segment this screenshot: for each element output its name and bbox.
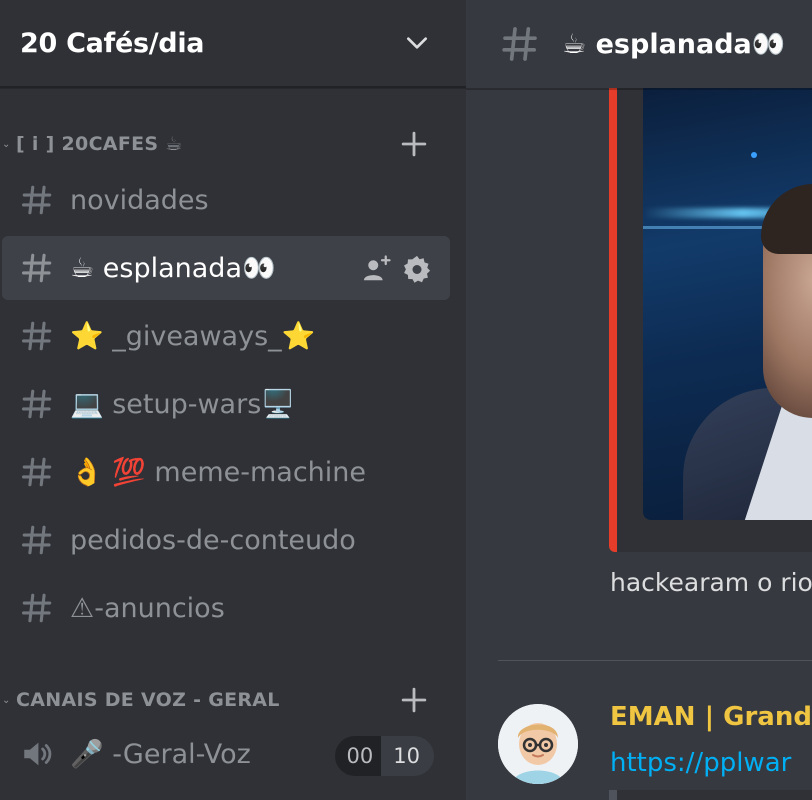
image-light-dot xyxy=(751,152,757,158)
category-label: [ i ] 20CAFES ☕ xyxy=(16,133,183,155)
hash-icon xyxy=(21,457,52,487)
hash-icon xyxy=(502,27,537,61)
user-count-current: 00 xyxy=(334,736,382,776)
channel-title: ☕ esplanada👀 xyxy=(562,29,786,60)
message-link[interactable]: https://pplwar xyxy=(610,748,791,778)
channel-novidades[interactable]: novidades xyxy=(2,168,450,232)
message-content: hackearam o rio xyxy=(610,568,812,597)
channel-label: ☕ esplanada👀 xyxy=(70,253,276,284)
add-channel-icon[interactable] xyxy=(394,124,434,164)
caret-down-icon: ⌄ xyxy=(2,138,11,150)
channel-setup-wars[interactable]: 💻 setup-wars🖥️ xyxy=(2,372,450,436)
message-divider xyxy=(498,660,812,661)
add-channel-icon[interactable] xyxy=(394,680,434,720)
avatar[interactable] xyxy=(498,704,578,784)
avatar-illustration xyxy=(498,704,578,784)
image-figure-hair xyxy=(761,184,812,254)
channel-label: pedidos-de-conteudo xyxy=(70,524,356,556)
hash-icon xyxy=(21,253,52,283)
channel-label: novidades xyxy=(70,184,209,216)
server-header[interactable]: 20 Cafés/dia xyxy=(0,0,466,88)
embed-image[interactable] xyxy=(643,88,812,520)
channel-pedidos-de-conteudo[interactable]: pedidos-de-conteudo xyxy=(2,508,450,572)
link-embed xyxy=(609,790,812,800)
server-name: 20 Cafés/dia xyxy=(20,27,205,59)
user-count-max: 10 xyxy=(381,736,434,776)
hash-icon xyxy=(21,185,52,215)
category-20cafes[interactable]: ⌄ [ i ] 20CAFES ☕ xyxy=(0,124,466,164)
channel-label: 💻 setup-wars🖥️ xyxy=(70,389,295,420)
speaker-icon xyxy=(24,742,52,766)
chevron-down-icon[interactable] xyxy=(404,30,430,56)
user-limit-badge: 00 10 xyxy=(334,736,434,776)
hash-icon xyxy=(21,389,52,419)
chat-area: ☕ esplanada👀 hackearam o rio EMAN | Gran… xyxy=(466,0,812,800)
channel-label: 🎤 -Geral-Voz xyxy=(70,739,251,770)
hash-icon xyxy=(21,525,52,555)
message-author[interactable]: EMAN | Grande xyxy=(610,702,812,732)
gear-icon[interactable] xyxy=(402,254,432,284)
voice-channel-geral-voz[interactable]: 🎤 -Geral-Voz 00 10 xyxy=(2,722,450,786)
channel-esplanada[interactable]: ☕ esplanada👀 xyxy=(2,236,450,300)
channel-sidebar: 20 Cafés/dia ⌄ [ i ] 20CAFES ☕ novidades… xyxy=(0,0,466,800)
channel-label: ⚠-anuncios xyxy=(70,592,225,624)
hash-icon xyxy=(21,593,52,623)
channel-anuncios[interactable]: ⚠-anuncios xyxy=(2,576,450,640)
hash-icon xyxy=(21,321,52,351)
channel-label: ⭐ _giveaways_⭐ xyxy=(70,321,316,352)
message-embed xyxy=(609,88,812,552)
channel-giveaways[interactable]: ⭐ _giveaways_⭐ xyxy=(2,304,450,368)
channel-topbar: ☕ esplanada👀 xyxy=(466,0,812,88)
category-label: CANAIS DE VOZ - GERAL xyxy=(16,689,280,711)
invite-user-icon[interactable] xyxy=(362,254,392,284)
category-canais-de-voz[interactable]: ⌄ CANAIS DE VOZ - GERAL xyxy=(0,680,466,720)
channel-label: 👌 💯 meme-machine xyxy=(70,457,366,488)
caret-down-icon: ⌄ xyxy=(2,694,11,706)
channel-meme-machine[interactable]: 👌 💯 meme-machine xyxy=(2,440,450,504)
